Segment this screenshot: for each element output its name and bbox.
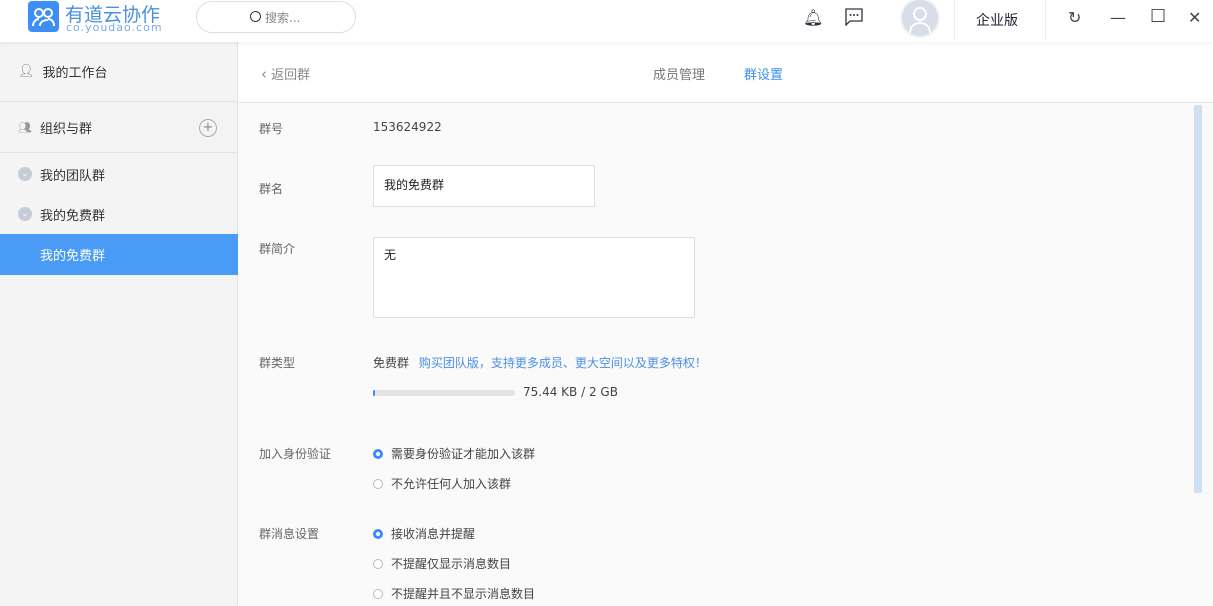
back-label: 返回群 bbox=[271, 68, 311, 83]
option-label: 需要身份验证才能加入该群 bbox=[391, 447, 536, 461]
radio-icon bbox=[373, 558, 383, 569]
minimize-icon[interactable]: — bbox=[1110, 8, 1126, 27]
group-label: 我的团队群 bbox=[40, 168, 106, 184]
bell-icon[interactable]: 🔔︎ bbox=[803, 8, 823, 27]
storage-progress-bar bbox=[373, 390, 515, 396]
verify-label: 加入身份验证 bbox=[259, 447, 332, 461]
sidebar-item-team-groups[interactable]: ⌄ 我的团队群 bbox=[0, 154, 238, 194]
group-intro-textarea[interactable]: 无 bbox=[373, 237, 695, 318]
storage-progress-fill bbox=[373, 390, 375, 396]
sidebar-item-free-groups[interactable]: ⌄ 我的免费群 bbox=[0, 194, 238, 234]
app-logo-icon bbox=[28, 1, 59, 32]
tab-members[interactable]: 成员管理 bbox=[653, 64, 705, 83]
user-avatar[interactable] bbox=[900, 0, 940, 38]
org-label: 组织与群 bbox=[39, 122, 92, 137]
chevron-down-icon: ⌄ bbox=[18, 207, 32, 221]
group-type-value: 免费群 购买团队版，支持更多成员、更大空间以及更多特权！ bbox=[373, 354, 707, 371]
search-icon bbox=[250, 11, 261, 22]
group-id-value: 153624922 bbox=[373, 120, 442, 134]
message-setting-label: 群消息设置 bbox=[259, 527, 320, 541]
message-icon[interactable] bbox=[845, 8, 863, 30]
content-header: ‹ 返回群 成员管理 群设置 bbox=[239, 42, 1213, 103]
divider bbox=[954, 0, 955, 40]
divider bbox=[1045, 0, 1046, 40]
search-input[interactable]: 搜索... bbox=[196, 1, 356, 33]
maximize-icon[interactable]: ☐ bbox=[1150, 6, 1166, 27]
title-bar: 有道云协作 co.youdao.com 搜索... 🔔︎ 企业版 ↻ — ☐ ✕ bbox=[0, 0, 1213, 42]
chevron-left-icon: ‹ bbox=[261, 65, 267, 83]
settings-panel: 群号 153624922 群名 我的免费群 群简介 无 群类型 免费群 购买团队… bbox=[239, 103, 1213, 606]
sidebar-item-selected-group[interactable]: 我的免费群 bbox=[0, 234, 238, 275]
sidebar-item-org[interactable]: 👥︎ 组织与群 + bbox=[0, 103, 238, 153]
workbench-label: 我的工作台 bbox=[42, 66, 108, 81]
enterprise-edition-button[interactable]: 企业版 bbox=[976, 10, 1018, 30]
back-button[interactable]: ‹ 返回群 bbox=[261, 64, 310, 83]
group-label: 我的免费群 bbox=[40, 208, 106, 224]
type-text: 免费群 bbox=[373, 356, 410, 370]
sidebar-item-workbench[interactable]: 👤︎ 我的工作台 bbox=[0, 42, 238, 102]
verify-option-required[interactable]: 需要身份验证才能加入该群 bbox=[373, 445, 535, 462]
scrollbar[interactable] bbox=[1194, 105, 1202, 493]
search-placeholder: 搜索... bbox=[265, 11, 301, 25]
group-name-label: 群名 bbox=[259, 182, 284, 196]
option-label: 不提醒并且不显示消息数目 bbox=[391, 587, 536, 601]
radio-icon bbox=[373, 588, 383, 599]
group-type-label: 群类型 bbox=[259, 356, 296, 370]
group-name-input[interactable]: 我的免费群 bbox=[373, 165, 595, 207]
group-id-label: 群号 bbox=[259, 122, 284, 136]
msg-option-silent[interactable]: 不提醒并且不显示消息数目 bbox=[373, 585, 535, 602]
selected-group-label: 我的免费群 bbox=[40, 249, 106, 264]
chevron-down-icon: ⌄ bbox=[18, 167, 32, 181]
msg-option-notify[interactable]: 接收消息并提醒 bbox=[373, 525, 475, 542]
option-label: 不提醒仅显示消息数目 bbox=[391, 557, 512, 571]
add-icon[interactable]: + bbox=[199, 118, 217, 137]
refresh-icon[interactable]: ↻ bbox=[1068, 8, 1081, 27]
option-label: 不允许任何人加入该群 bbox=[391, 477, 512, 491]
tab-settings[interactable]: 群设置 bbox=[744, 64, 783, 83]
verify-option-deny[interactable]: 不允许任何人加入该群 bbox=[373, 475, 511, 492]
user-icon: 👤︎ bbox=[18, 64, 35, 79]
radio-selected-icon bbox=[373, 448, 383, 459]
msg-option-count-only[interactable]: 不提醒仅显示消息数目 bbox=[373, 555, 511, 572]
group-icon: 👥︎ bbox=[18, 121, 32, 134]
storage-text: 75.44 KB / 2 GB bbox=[523, 385, 618, 399]
upgrade-link[interactable]: 购买团队版，支持更多成员、更大空间以及更多特权！ bbox=[419, 356, 707, 370]
radio-selected-icon bbox=[373, 528, 383, 539]
option-label: 接收消息并提醒 bbox=[391, 527, 476, 541]
app-domain: co.youdao.com bbox=[66, 21, 163, 34]
close-icon[interactable]: ✕ bbox=[1188, 8, 1201, 27]
group-intro-label: 群简介 bbox=[259, 242, 296, 256]
radio-icon bbox=[373, 478, 383, 489]
sidebar: 👤︎ 我的工作台 👥︎ 组织与群 + ⌄ 我的团队群 ⌄ 我的免费群 我的免费群 bbox=[0, 42, 238, 606]
